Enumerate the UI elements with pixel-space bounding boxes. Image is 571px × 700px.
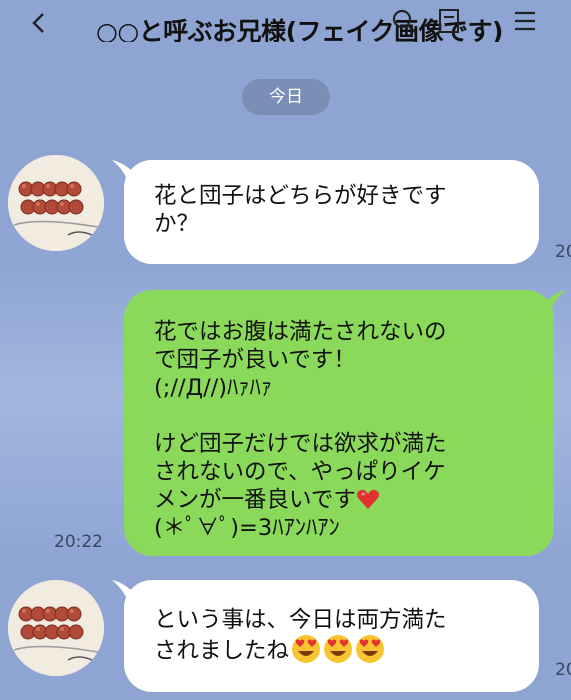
search-icon[interactable] bbox=[391, 8, 417, 34]
contact-avatar[interactable] bbox=[8, 155, 104, 251]
message-bubble-incoming[interactable]: 花と団子はどちらが好きです か？ bbox=[124, 160, 539, 264]
message-text: (＊ﾟ∀ﾟ)=3ﾊｱﾝﾊｱﾝ bbox=[154, 515, 340, 541]
message-time: 20 bbox=[555, 242, 571, 262]
message-bubble-outgoing[interactable]: 花ではお腹は満たされないの で団子が良いです！ (;//Д//)ﾊｧﾊｧ けど団… bbox=[124, 290, 554, 556]
chat-title: ○○と呼ぶお兄様(フェイク画像です) bbox=[96, 17, 503, 42]
heart-eyes-emoji-icon bbox=[356, 635, 385, 663]
dango-photo-icon bbox=[8, 580, 104, 676]
message-time: 20:22 bbox=[54, 532, 103, 552]
emoji-row bbox=[289, 635, 385, 664]
dango-photo-icon bbox=[8, 155, 104, 251]
message-text: 花ではお腹は満たされないの で団子が良いです！ (;//Д//)ﾊｧﾊｧ けど団… bbox=[154, 319, 447, 513]
date-separator: 今日 bbox=[242, 79, 330, 115]
contact-avatar[interactable] bbox=[8, 580, 104, 676]
chat-header: ○○と呼ぶお兄様(フェイク画像です) bbox=[0, 0, 571, 52]
note-icon[interactable] bbox=[436, 8, 462, 34]
heart-eyes-emoji-icon bbox=[324, 635, 353, 663]
message-bubble-incoming[interactable]: という事は、今日は両方満た されましたね bbox=[124, 580, 539, 692]
heart-emoji-icon bbox=[356, 489, 379, 509]
chevron-left-icon[interactable] bbox=[28, 12, 50, 34]
message-time: 20 bbox=[555, 660, 571, 680]
menu-icon[interactable] bbox=[512, 8, 538, 34]
heart-eyes-emoji-icon bbox=[292, 635, 321, 663]
